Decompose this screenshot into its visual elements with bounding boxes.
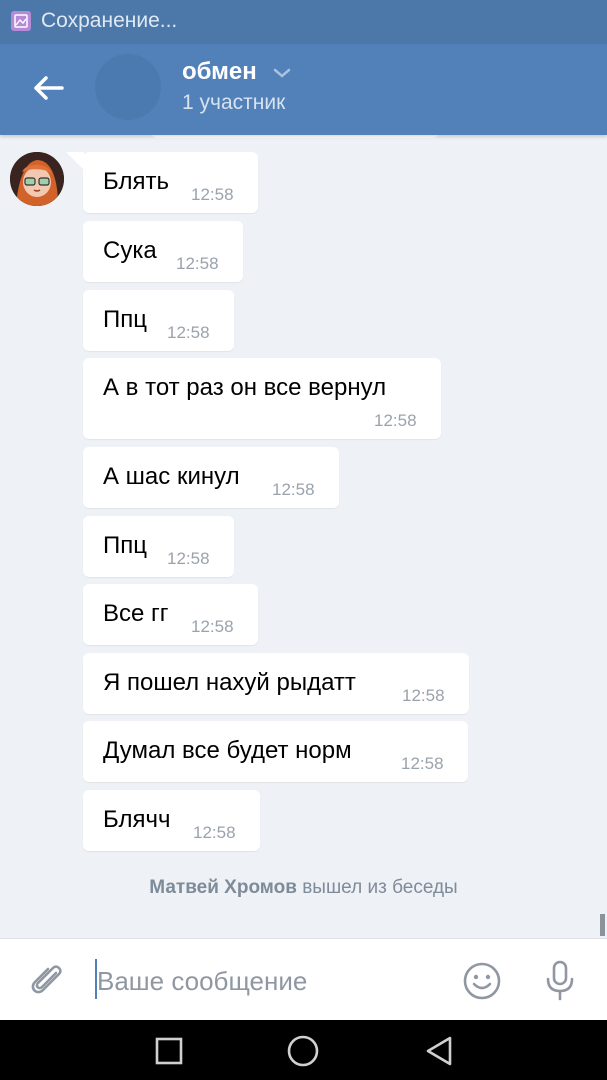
chat-title[interactable]: обмен <box>182 58 257 86</box>
message-bubble[interactable]: Блять 12:58 <box>83 152 258 213</box>
message-input[interactable] <box>97 963 437 999</box>
message-text: А в тот раз он все вернул <box>103 374 387 401</box>
message-bubble[interactable]: А шас кинул 12:58 <box>83 447 339 508</box>
system-message-user[interactable]: Матвей Хромов <box>149 877 297 898</box>
message-time: 12:58 <box>193 823 236 842</box>
message-text: Сука <box>103 237 157 264</box>
voice-message-button[interactable] <box>540 959 580 1003</box>
message-time: 12:58 <box>191 617 234 636</box>
message-composer <box>0 938 607 1020</box>
message-bubble[interactable]: Я пошел нахуй рыдатт 12:58 <box>83 653 469 714</box>
message-time: 12:58 <box>374 411 417 430</box>
message-text: Блять <box>103 168 169 195</box>
message-bubble[interactable]: Блячч 12:58 <box>83 790 260 851</box>
message-time: 12:58 <box>167 549 210 568</box>
message-time: 12:58 <box>167 323 210 342</box>
message-time: 12:58 <box>272 480 315 499</box>
message-text: Блячч <box>103 806 171 833</box>
message-bubble[interactable]: Все гг 12:58 <box>83 584 258 645</box>
status-bar: Сохранение... <box>0 0 607 44</box>
message-time: 12:58 <box>401 754 444 773</box>
message-bubble[interactable]: Ппц 12:58 <box>83 516 234 577</box>
square-icon <box>155 1037 183 1065</box>
chat-avatar[interactable] <box>95 54 161 120</box>
message-time: 12:58 <box>191 185 234 204</box>
back-button[interactable] <box>24 64 72 112</box>
bubble-tail <box>66 152 84 170</box>
system-message: Матвей Хромов вышел из беседы <box>0 877 607 899</box>
microphone-icon <box>546 960 574 1001</box>
message-text: Думал все будет норм <box>103 737 352 764</box>
message-bubble[interactable]: А в тот раз он все вернул 12:58 <box>83 358 441 439</box>
home-button[interactable] <box>286 1034 320 1068</box>
message-text: Ппц <box>103 532 147 559</box>
message-time: 12:58 <box>176 254 219 273</box>
scrollbar[interactable] <box>600 914 605 936</box>
gallery-saving-icon <box>11 11 31 31</box>
message-bubble[interactable]: Сука 12:58 <box>83 221 243 282</box>
chat-header: обмен 1 участник <box>0 44 607 135</box>
smiley-icon <box>463 962 501 1000</box>
message-text: Все гг <box>103 600 169 627</box>
system-back-button[interactable] <box>422 1034 456 1068</box>
paperclip-icon <box>31 965 62 994</box>
status-text: Сохранение... <box>41 9 178 32</box>
emoji-button[interactable] <box>462 961 502 1001</box>
chevron-down-icon[interactable] <box>272 66 292 80</box>
message-bubble[interactable]: Думал все будет норм 12:58 <box>83 721 468 782</box>
message-bubble[interactable]: Ппц 12:58 <box>83 290 234 351</box>
system-navigation-bar <box>0 1020 607 1080</box>
triangle-back-icon <box>426 1036 452 1066</box>
attach-button[interactable] <box>26 959 68 1001</box>
message-time: 12:58 <box>402 686 445 705</box>
recent-apps-button[interactable] <box>152 1034 186 1068</box>
system-message-action: вышел из беседы <box>302 877 458 898</box>
circle-icon <box>287 1035 319 1067</box>
chat-subtitle: 1 участник <box>182 91 286 114</box>
sender-avatar[interactable] <box>10 152 64 206</box>
arrow-left-icon <box>34 76 64 100</box>
message-text: А шас кинул <box>103 463 240 490</box>
message-text: Ппц <box>103 306 147 333</box>
message-text: Я пошел нахуй рыдатт <box>103 669 356 696</box>
